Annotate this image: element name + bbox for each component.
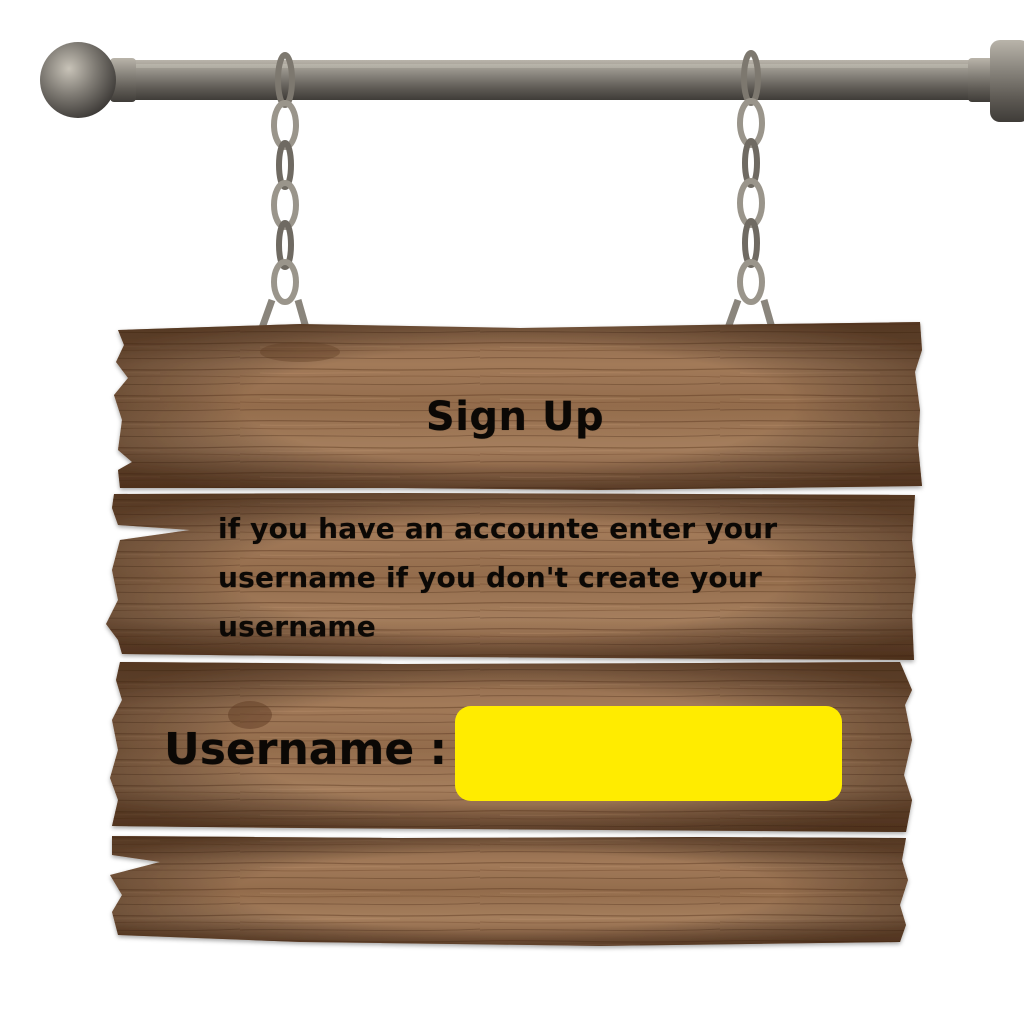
wood-plank-4 [110, 836, 908, 946]
username-label: Username : [164, 724, 448, 775]
username-input[interactable] [455, 706, 842, 801]
page-title: Sign Up [425, 394, 605, 440]
metal-rod-icon [40, 40, 1024, 122]
signup-instructions: if you have an accounte enter your usern… [218, 512, 778, 643]
signup-screen: Sign Up if you have an accounte enter yo… [0, 0, 1024, 1024]
